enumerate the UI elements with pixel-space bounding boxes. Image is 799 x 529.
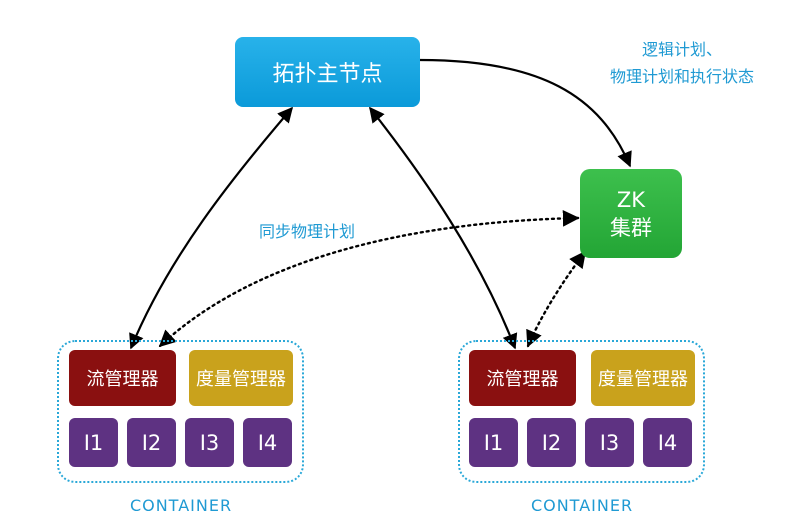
instance-1-1: I1 bbox=[69, 418, 118, 467]
instance-1-4: I4 bbox=[243, 418, 292, 467]
link-zk-stream2 bbox=[526, 250, 587, 348]
topology-master-node: 拓扑主节点 bbox=[235, 37, 420, 107]
zk-label-line1: ZK bbox=[616, 187, 646, 212]
instance-2-3: I3 bbox=[585, 418, 634, 467]
zk-label-line2: 集群 bbox=[610, 215, 652, 240]
instance-1-3: I3 bbox=[185, 418, 234, 467]
metrics-manager-2: 度量管理器 bbox=[591, 350, 695, 406]
container-1-label: CONTAINER bbox=[129, 496, 233, 515]
architecture-diagram: 拓扑主节点 ZK 集群 逻辑计划、 物理计划和执行状态 同步物理计划 流管理器 … bbox=[0, 0, 799, 529]
container-2-label: CONTAINER bbox=[530, 496, 634, 515]
stream-manager-1: 流管理器 bbox=[69, 350, 176, 406]
plan-state-line2: 物理计划和执行状态 bbox=[609, 67, 754, 86]
plan-state-annotation: 逻辑计划、 物理计划和执行状态 bbox=[582, 36, 782, 90]
metrics-manager-1: 度量管理器 bbox=[189, 350, 293, 406]
link-master-stream2 bbox=[369, 106, 518, 350]
instance-2-4: I4 bbox=[643, 418, 692, 467]
link-zk-stream1 bbox=[158, 209, 580, 348]
instance-2-2: I2 bbox=[527, 418, 576, 467]
zk-cluster-node: ZK 集群 bbox=[580, 169, 682, 258]
instance-1-2: I2 bbox=[127, 418, 176, 467]
stream-manager-2: 流管理器 bbox=[469, 350, 576, 406]
plan-state-line1: 逻辑计划、 bbox=[641, 40, 722, 59]
instance-2-1: I1 bbox=[469, 418, 518, 467]
sync-plan-annotation: 同步物理计划 bbox=[259, 222, 356, 241]
topology-master-label: 拓扑主节点 bbox=[272, 62, 383, 87]
